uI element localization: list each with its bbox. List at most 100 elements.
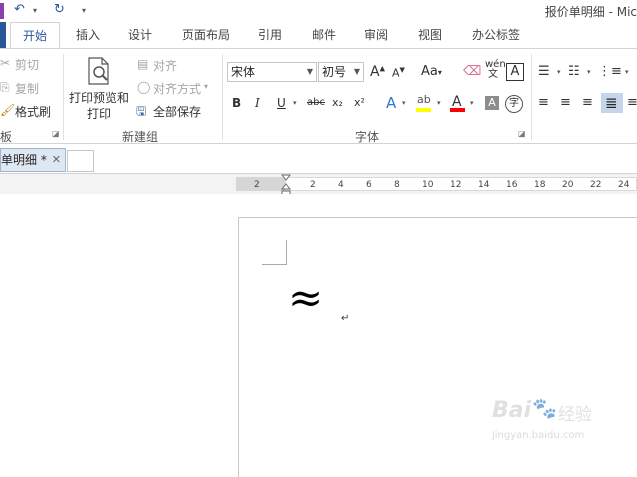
paw-icon: 🐾 — [532, 396, 557, 420]
highlight-color-swatch — [416, 108, 431, 112]
char-shading-button[interactable]: A — [485, 96, 499, 110]
horizontal-ruler[interactable] — [236, 177, 637, 191]
document-tab[interactable]: 单明细 * ✕ — [0, 148, 66, 172]
align-mode-button[interactable]: 对齐方式 — [153, 80, 201, 97]
align-button[interactable]: 对齐 — [153, 57, 177, 74]
group-divider — [63, 54, 64, 140]
font-launcher-icon[interactable]: ◪ — [518, 129, 526, 138]
align-mode-dropdown-icon[interactable]: ▾ — [204, 82, 208, 91]
font-color-swatch — [450, 108, 465, 112]
highlight-dropdown-icon[interactable]: ▾ — [437, 99, 441, 107]
chevron-down-icon[interactable]: ▼ — [307, 63, 313, 81]
tab-review[interactable]: 审阅 — [358, 22, 394, 48]
justify-button[interactable]: ≣ — [601, 93, 623, 113]
multilevel-list-icon[interactable]: ⋮≡ — [598, 64, 622, 79]
char-border-button[interactable]: A — [506, 63, 524, 81]
shrink-font-button[interactable]: A▼ — [392, 66, 405, 80]
underline-dropdown-icon[interactable]: ▾ — [293, 99, 297, 107]
font-size-value: 初号 — [322, 65, 347, 79]
watermark-brand: Bai — [492, 398, 532, 423]
format-painter-button[interactable]: 格式刷 — [15, 103, 51, 120]
ruler-tick-label: 4 — [338, 180, 344, 190]
numbering-dropdown-icon[interactable]: ▾ — [587, 68, 591, 76]
align-icon: ▤ — [137, 57, 149, 71]
bullets-dropdown-icon[interactable]: ▾ — [557, 68, 561, 76]
clear-format-icon[interactable]: ⌫ — [463, 64, 481, 79]
ruler-tick-label: 20 — [562, 180, 574, 190]
group-divider — [531, 54, 532, 140]
align-right-icon[interactable]: ≡ — [582, 95, 593, 110]
ruler-tick-label: 12 — [450, 180, 462, 190]
bullets-icon[interactable]: ☰ — [538, 64, 550, 79]
phonetic-guide-button[interactable]: wén 文 — [485, 60, 506, 80]
ruler-tick-label: 2 — [310, 180, 316, 190]
redo-icon[interactable]: ↻ — [54, 2, 65, 17]
save-all-button[interactable]: 全部保存 — [153, 103, 201, 120]
print-preview-icon — [84, 56, 114, 86]
font-name-combo[interactable]: 宋体 ▼ — [227, 62, 317, 82]
subscript-button[interactable]: x₂ — [332, 96, 343, 109]
align-mode-icon: ◯ — [137, 80, 151, 94]
watermark: Bai 🐾 经验 jingyan.baidu.com — [492, 392, 622, 452]
ruler-tick-label: 10 — [422, 180, 434, 190]
tab-references[interactable]: 引用 — [252, 22, 288, 48]
text-effects-button[interactable]: A — [386, 94, 396, 112]
customize-qat-icon[interactable]: ▾ — [82, 6, 86, 15]
new-group-label: 新建组 — [122, 130, 159, 144]
ruler-tick-label: 14 — [478, 180, 490, 190]
window-title: 报价单明细 - Mic — [544, 5, 637, 19]
document-tabs-bar — [0, 144, 637, 174]
cut-button[interactable]: 剪切 — [15, 56, 39, 73]
undo-dropdown-icon[interactable]: ▾ — [33, 6, 37, 15]
multilevel-dropdown-icon[interactable]: ▾ — [625, 68, 629, 76]
tab-design[interactable]: 设计 — [122, 22, 158, 48]
app-edge — [0, 3, 4, 19]
tab-home[interactable]: 开始 — [10, 22, 60, 48]
align-center-icon[interactable]: ≡ — [560, 95, 571, 110]
ruler-tick-label: 2 — [254, 180, 260, 190]
file-tab-edge[interactable] — [0, 22, 6, 48]
enclose-char-button[interactable]: 字 — [505, 95, 523, 113]
tab-view[interactable]: 视图 — [412, 22, 448, 48]
underline-button[interactable]: U — [277, 96, 286, 110]
distributed-icon[interactable]: ≡ — [627, 95, 637, 110]
font-name-value: 宋体 — [231, 65, 256, 79]
change-case-button[interactable]: Aa▾ — [421, 64, 442, 79]
font-size-combo[interactable]: 初号 ▼ — [318, 62, 364, 82]
chevron-down-icon[interactable]: ▼ — [354, 63, 360, 81]
clipboard-launcher-icon[interactable]: ◪ — [52, 129, 60, 138]
align-left-icon[interactable]: ≡ — [538, 95, 549, 110]
tab-office-tab[interactable]: 办公标签 — [466, 22, 526, 48]
new-tab-button[interactable] — [67, 150, 94, 172]
document-text[interactable]: ≈ — [288, 277, 323, 319]
font-group-label: 字体 — [355, 130, 380, 144]
superscript-button[interactable]: x² — [354, 96, 365, 109]
tab-insert[interactable]: 插入 — [70, 22, 106, 48]
document-tab-label: 单明细 * — [1, 153, 47, 167]
paragraph-mark: ↵ — [341, 313, 350, 324]
tab-page-layout[interactable]: 页面布局 — [174, 22, 238, 48]
grow-font-button[interactable]: A▲ — [370, 64, 385, 80]
format-painter-icon: 🖌 — [0, 103, 16, 117]
ribbon-tabs: 开始 插入 设计 页面布局 引用 邮件 审阅 视图 办公标签 — [0, 22, 637, 48]
close-icon[interactable]: ✕ — [52, 149, 61, 171]
highlight-icon[interactable]: ab — [417, 93, 431, 106]
numbering-icon[interactable]: ☷ — [568, 64, 580, 79]
ruler-tick-label: 6 — [366, 180, 372, 190]
italic-button[interactable]: I — [255, 96, 260, 110]
copy-button[interactable]: 复制 — [15, 80, 39, 97]
copy-icon: ⎘ — [0, 80, 10, 94]
tab-mailings[interactable]: 邮件 — [306, 22, 342, 48]
strikethrough-button[interactable]: abc — [307, 97, 325, 108]
margin-corner-mark — [262, 240, 287, 265]
text-effects-dropdown-icon[interactable]: ▾ — [402, 99, 406, 107]
ruler-tick-label: 24 — [618, 180, 630, 190]
clipboard-group-label: 板 — [0, 130, 13, 144]
print-preview-button[interactable]: 打印预览和 打印 — [68, 90, 130, 122]
undo-icon[interactable]: ↶ — [14, 2, 25, 17]
save-all-icon: 🖫 — [136, 104, 147, 118]
ruler-tick-label: 22 — [590, 180, 602, 190]
font-color-dropdown-icon[interactable]: ▾ — [470, 99, 474, 107]
bold-button[interactable]: B — [232, 96, 241, 110]
ruler-tick-label: 18 — [534, 180, 546, 190]
